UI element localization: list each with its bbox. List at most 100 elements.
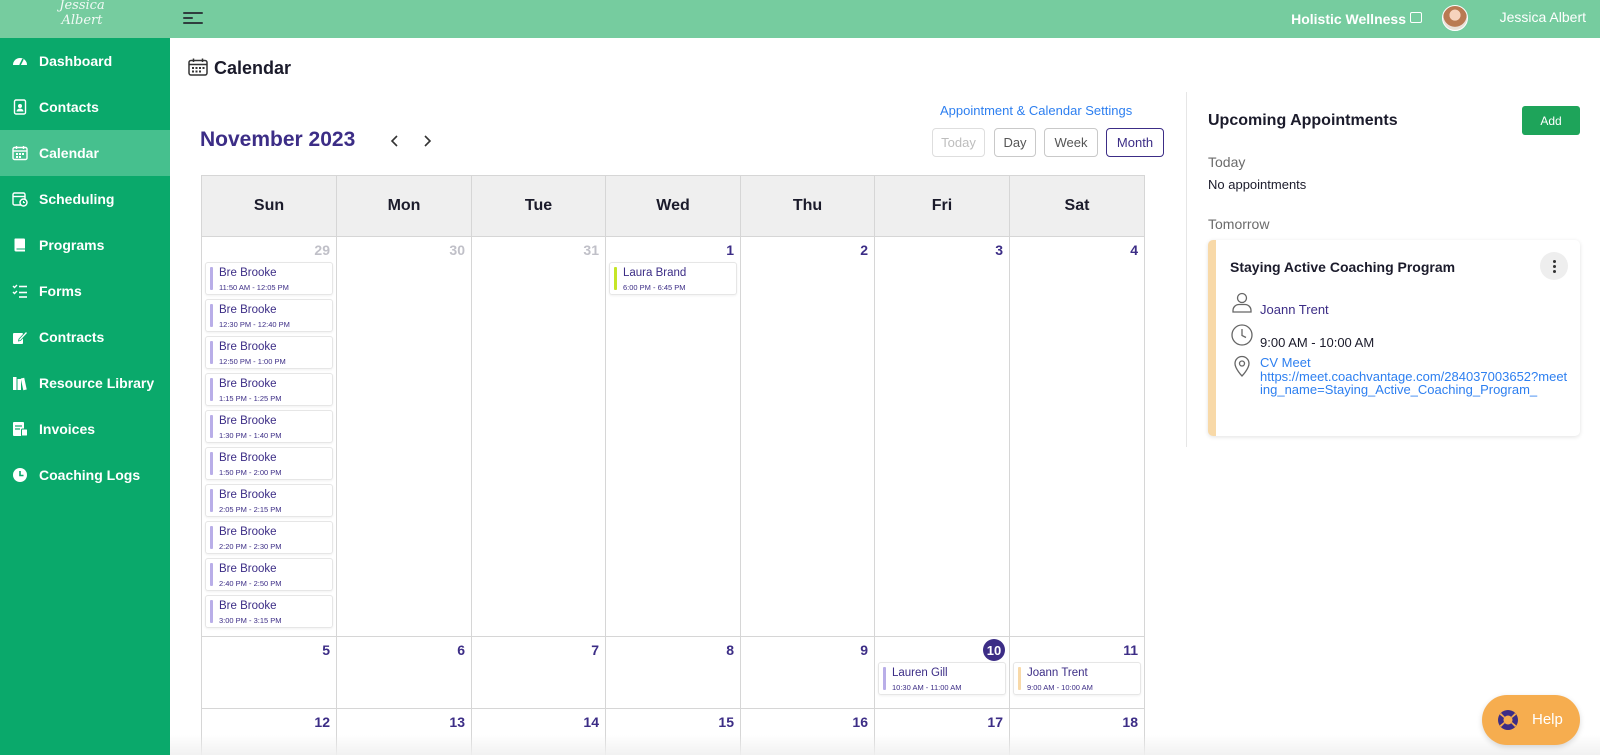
prev-month-button[interactable] bbox=[387, 132, 403, 150]
day-number[interactable]: 11 bbox=[1123, 642, 1138, 658]
day-cell[interactable]: 12 bbox=[202, 709, 337, 755]
contracts-icon bbox=[13, 330, 28, 344]
day-cell[interactable]: 17 bbox=[875, 709, 1010, 755]
contacts-icon bbox=[13, 99, 27, 115]
calendar-event[interactable]: Bre Brooke 2:05 PM - 2:15 PM bbox=[205, 484, 333, 517]
day-cell[interactable]: 30 bbox=[337, 237, 472, 637]
week-view-button[interactable]: Week bbox=[1044, 128, 1098, 157]
event-color-bar bbox=[883, 667, 886, 690]
day-view-button[interactable]: Day bbox=[994, 128, 1036, 157]
day-cell[interactable]: 16 bbox=[741, 709, 875, 755]
day-cell[interactable]: 11 Joann Trent 9:00 AM - 10:00 AM bbox=[1010, 637, 1145, 709]
day-number[interactable]: 17 bbox=[987, 714, 1003, 730]
calendar-event[interactable]: Bre Brooke 11:50 AM - 12:05 PM bbox=[205, 262, 333, 295]
calendar-grid: Sun Mon Tue Wed Thu Fri Sat 29 Bre Brooke 11:50 A… bbox=[201, 175, 1164, 755]
weekday-header: Sat bbox=[1010, 175, 1145, 237]
day-number[interactable]: 9 bbox=[860, 642, 868, 658]
appointment-person[interactable]: Joann Trent bbox=[1260, 302, 1329, 317]
calendar-event[interactable]: Bre Brooke 12:50 PM - 1:00 PM bbox=[205, 336, 333, 369]
day-number[interactable]: 13 bbox=[449, 714, 465, 730]
day-cell[interactable]: 2 bbox=[741, 237, 875, 637]
day-cell[interactable]: 9 bbox=[741, 637, 875, 709]
sidebar-item-contacts[interactable]: Contacts bbox=[0, 84, 170, 130]
sidebar-item-invoices[interactable]: Invoices bbox=[0, 406, 170, 452]
day-cell[interactable]: 5 bbox=[202, 637, 337, 709]
day-number[interactable]: 16 bbox=[852, 714, 868, 730]
calendar-event[interactable]: Laura Brand 6:00 PM - 6:45 PM bbox=[609, 262, 737, 295]
scheduling-icon bbox=[12, 192, 28, 207]
day-cell[interactable]: 18 bbox=[1010, 709, 1145, 755]
calendar-event[interactable]: Bre Brooke 12:30 PM - 12:40 PM bbox=[205, 299, 333, 332]
calendar-event[interactable]: Joann Trent 9:00 AM - 10:00 AM bbox=[1013, 662, 1141, 695]
calendar-settings-link[interactable]: Appointment & Calendar Settings bbox=[940, 103, 1132, 118]
appointment-card[interactable]: Staying Active Coaching Program Joann Tr… bbox=[1208, 240, 1580, 436]
next-month-button[interactable] bbox=[419, 132, 435, 150]
calendar-event[interactable]: Bre Brooke 1:15 PM - 1:25 PM bbox=[205, 373, 333, 406]
day-number[interactable]: 4 bbox=[1130, 242, 1138, 258]
day-number[interactable]: 3 bbox=[995, 242, 1003, 258]
calendar-event[interactable]: Bre Brooke 2:20 PM - 2:30 PM bbox=[205, 521, 333, 554]
day-number[interactable]: 29 bbox=[314, 242, 330, 258]
month-title: November 2023 bbox=[200, 128, 356, 151]
month-view-button[interactable]: Month bbox=[1106, 128, 1164, 157]
day-cell[interactable]: 7 bbox=[472, 637, 606, 709]
sidebar-item-resource-library[interactable]: Resource Library bbox=[0, 360, 170, 406]
help-button[interactable]: Help bbox=[1482, 695, 1580, 745]
day-number[interactable]: 8 bbox=[726, 642, 734, 658]
user-name[interactable]: Jessica Albert bbox=[1500, 9, 1586, 25]
event-time: 3:00 PM - 3:15 PM bbox=[219, 616, 282, 625]
sidebar-item-dashboard[interactable]: Dashboard bbox=[0, 38, 170, 84]
event-name: Joann Trent bbox=[1027, 667, 1088, 679]
sidebar-item-programs[interactable]: Programs bbox=[0, 222, 170, 268]
day-number[interactable]: 2 bbox=[860, 242, 868, 258]
menu-toggle-button[interactable] bbox=[183, 9, 203, 29]
sidebar-item-coaching-logs[interactable]: Coaching Logs bbox=[0, 452, 170, 498]
weekday-header: Mon bbox=[337, 175, 472, 237]
add-appointment-button[interactable]: Add bbox=[1522, 106, 1580, 135]
brand-logo[interactable]: Jessica Albert bbox=[52, 0, 112, 38]
briefcase-icon[interactable] bbox=[1410, 12, 1422, 23]
today-day-number[interactable]: 10 bbox=[983, 639, 1005, 661]
day-cell[interactable]: 14 bbox=[472, 709, 606, 755]
day-cell[interactable]: 10 Lauren Gill 10:30 AM - 11:00 AM bbox=[875, 637, 1010, 709]
sidebar-item-contracts[interactable]: Contracts bbox=[0, 314, 170, 360]
day-number[interactable]: 7 bbox=[591, 642, 599, 658]
sidebar-item-calendar[interactable]: Calendar bbox=[0, 130, 170, 176]
day-cell[interactable]: 6 bbox=[337, 637, 472, 709]
day-number[interactable]: 1 bbox=[726, 242, 734, 258]
day-cell[interactable]: 1 Laura Brand 6:00 PM - 6:45 PM bbox=[606, 237, 741, 637]
event-time: 12:50 PM - 1:00 PM bbox=[219, 357, 286, 366]
day-cell[interactable]: 3 bbox=[875, 237, 1010, 637]
day-number[interactable]: 14 bbox=[583, 714, 599, 730]
calendar-event[interactable]: Bre Brooke 1:50 PM - 2:00 PM bbox=[205, 447, 333, 480]
more-options-button[interactable] bbox=[1540, 252, 1568, 280]
sidebar-item-forms[interactable]: Forms bbox=[0, 268, 170, 314]
event-color-bar bbox=[210, 563, 213, 586]
weekday-header: Wed bbox=[606, 175, 741, 237]
day-number[interactable]: 12 bbox=[314, 714, 330, 730]
day-cell[interactable]: 4 bbox=[1010, 237, 1145, 637]
day-number[interactable]: 5 bbox=[322, 642, 330, 658]
calendar-event[interactable]: Lauren Gill 10:30 AM - 11:00 AM bbox=[878, 662, 1006, 695]
sidebar-item-scheduling[interactable]: Scheduling bbox=[0, 176, 170, 222]
calendar-event[interactable]: Bre Brooke 1:30 PM - 1:40 PM bbox=[205, 410, 333, 443]
day-number[interactable]: 30 bbox=[449, 242, 465, 258]
today-view-button[interactable]: Today bbox=[932, 128, 985, 157]
day-number[interactable]: 6 bbox=[457, 642, 465, 658]
day-number[interactable]: 18 bbox=[1122, 714, 1138, 730]
calendar-event[interactable]: Bre Brooke 3:00 PM - 3:15 PM bbox=[205, 595, 333, 628]
calendar-event[interactable]: Bre Brooke 2:40 PM - 2:50 PM bbox=[205, 558, 333, 591]
day-cell[interactable]: 29 Bre Brooke 11:50 AM - 12:05 PM Bre Brook… bbox=[202, 237, 337, 637]
day-cell[interactable]: 8 bbox=[606, 637, 741, 709]
event-name: Bre Brooke bbox=[219, 341, 277, 353]
day-number[interactable]: 31 bbox=[583, 242, 599, 258]
day-cell[interactable]: 15 bbox=[606, 709, 741, 755]
calendar-icon bbox=[12, 146, 28, 161]
appointment-location-link[interactable]: CV Meet https://meet.coachvantage.com/28… bbox=[1260, 356, 1570, 397]
org-name[interactable]: Holistic Wellness bbox=[1291, 11, 1406, 27]
avatar[interactable] bbox=[1442, 5, 1468, 31]
event-time: 1:15 PM - 1:25 PM bbox=[219, 394, 282, 403]
day-cell[interactable]: 13 bbox=[337, 709, 472, 755]
day-number[interactable]: 15 bbox=[718, 714, 734, 730]
day-cell[interactable]: 31 bbox=[472, 237, 606, 637]
